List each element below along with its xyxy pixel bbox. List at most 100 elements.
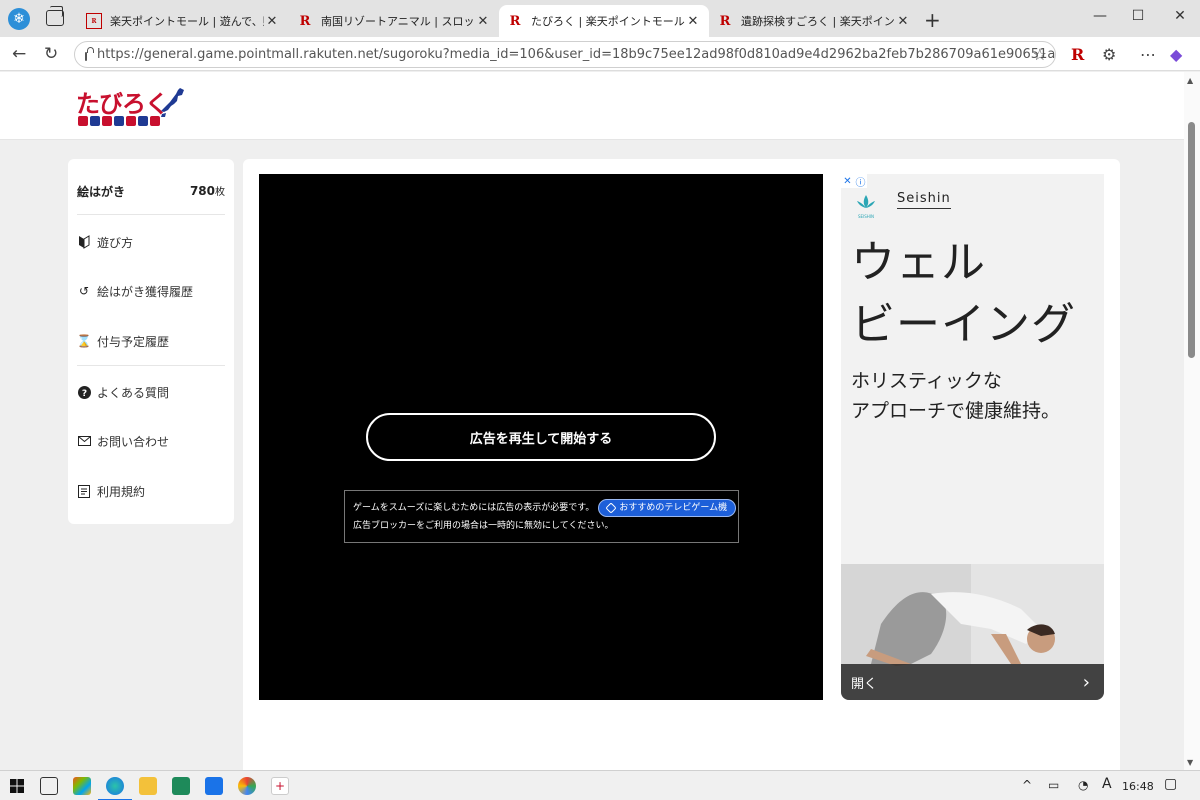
scroll-up-icon[interactable]: ▲: [1187, 76, 1193, 85]
ad-subtext: ホリスティックな アプローチで健康維持。: [851, 366, 1060, 426]
ad-choices[interactable]: ✕ ⓘ: [841, 174, 867, 189]
dice-icon: [150, 116, 160, 126]
play-ad-start-button[interactable]: 広告を再生して開始する: [366, 413, 716, 461]
postcard-count-value: 780: [189, 184, 215, 198]
extensions-icon[interactable]: ⚙: [1102, 45, 1116, 64]
postcard-count-row: 絵はがき 780枚: [77, 183, 225, 200]
ime-icon[interactable]: A: [1102, 776, 1112, 792]
ad-open-button[interactable]: 開く ›: [841, 664, 1104, 700]
tab-title: たびろく | 楽天ポイントモール: [531, 15, 685, 28]
task-view-icon[interactable]: [40, 777, 58, 795]
main-content: 広告を再生して開始する ゲームをスムーズに楽しむためには広告の表示が必要です。 …: [243, 159, 1120, 770]
recommend-label: おすすめのテレビゲーム機: [619, 503, 728, 513]
sidebar-item-faq[interactable]: ? よくある質問: [77, 381, 225, 403]
windows-start-icon[interactable]: [10, 779, 24, 793]
browser-profile-icon[interactable]: ❄: [8, 8, 30, 30]
browser-tab-4[interactable]: R 遺跡探検すごろく | 楽天ポイントモール ✕: [709, 5, 919, 37]
close-window-icon[interactable]: ✕: [1160, 8, 1200, 24]
ad-subtext-line: ホリスティックな: [851, 370, 1002, 392]
question-icon: ?: [77, 385, 91, 399]
close-tab-icon[interactable]: ✕: [895, 14, 911, 29]
ad-info-icon[interactable]: ⓘ: [854, 174, 867, 189]
sidebar-item-postcard-history[interactable]: ↺ 絵はがき獲得履歴: [77, 280, 225, 302]
sidebar-item-contact[interactable]: お問い合わせ: [77, 430, 225, 452]
new-tab-icon[interactable]: +: [924, 8, 941, 32]
photos-icon[interactable]: [238, 777, 256, 795]
page-scrollbar[interactable]: ▲ ▼: [1184, 72, 1200, 770]
address-bar[interactable]: https://general.game.pointmall.rakuten.n…: [74, 41, 1056, 68]
app-icon[interactable]: +: [271, 777, 289, 795]
chevron-right-icon: ›: [1082, 671, 1090, 693]
notice-line: ゲームをスムーズに楽しむためには広告の表示が必要です。 おすすめのテレビゲーム機: [353, 499, 738, 517]
sidebar-item-terms[interactable]: 利用規約: [77, 480, 225, 502]
recommended-game-console-button[interactable]: おすすめのテレビゲーム機: [598, 499, 737, 517]
wifi-icon[interactable]: ◔: [1078, 778, 1088, 792]
notification-icon[interactable]: ▢: [1164, 776, 1177, 792]
copilot-taskbar-icon[interactable]: [73, 777, 91, 795]
tab-title: 南国リゾートアニマル | スロットパラダイ: [321, 15, 475, 28]
browser-tab-3-active[interactable]: R たびろく | 楽天ポイントモール ✕: [499, 5, 709, 37]
adblock-notice: ゲームをスムーズに楽しむためには広告の表示が必要です。 おすすめのテレビゲーム機…: [344, 490, 739, 543]
copilot-icon[interactable]: ◆: [1170, 45, 1182, 64]
tray-chevron-icon[interactable]: ^: [1022, 778, 1032, 792]
document-icon: [77, 484, 91, 498]
reload-icon[interactable]: ↻: [44, 44, 58, 64]
browser-tab-2[interactable]: R 南国リゾートアニマル | スロットパラダイ ✕: [289, 5, 499, 37]
browser-tab-bar: ❄ R 楽天ポイントモール | 遊んで、貯って楽 ✕ R 南国リゾートアニマル …: [0, 0, 1200, 37]
tag-icon: [605, 502, 618, 514]
close-tab-icon[interactable]: ✕: [685, 14, 701, 29]
logo-dice-row: [78, 116, 160, 126]
rakuten-extension-icon[interactable]: R: [1071, 45, 1084, 64]
favorite-star-icon[interactable]: ☆: [1033, 45, 1047, 64]
sidebar-item-scheduled-history[interactable]: ⌛ 付与予定履歴: [77, 330, 225, 352]
divider: [77, 214, 225, 215]
ad-open-label: 開く: [851, 676, 878, 692]
close-tab-icon[interactable]: ✕: [264, 14, 280, 29]
mail-icon: [77, 434, 91, 448]
notice-text: ゲームをスムーズに楽しむためには広告の表示が必要です。: [353, 503, 595, 513]
battery-icon[interactable]: ▭: [1048, 778, 1059, 792]
maximize-icon[interactable]: ☐: [1118, 8, 1158, 24]
history-icon: ↺: [78, 284, 90, 298]
clock[interactable]: 16:48: [1122, 780, 1154, 793]
scroll-down-icon[interactable]: ▼: [1187, 758, 1193, 767]
dice-icon: [114, 116, 124, 126]
file-explorer-icon[interactable]: [139, 777, 157, 795]
scroll-thumb[interactable]: [1188, 122, 1195, 358]
sidebar-item-label: 遊び方: [97, 235, 134, 250]
outlook-icon[interactable]: [205, 777, 223, 795]
tab-actions-icon[interactable]: [46, 6, 64, 26]
store-icon[interactable]: [172, 777, 190, 795]
edge-taskbar-icon[interactable]: [98, 777, 132, 800]
advertisement[interactable]: ✕ ⓘ SEISHIN Seishin ウェル ビーイング ホリスティックな ア…: [841, 174, 1104, 700]
postcard-unit: 枚: [215, 187, 225, 198]
tabiroku-logo[interactable]: たびろく: [76, 84, 188, 130]
web-page: たびろく 絵はがき 780枚 遊び方 ↺ 絵はがき獲得履歴 ⌛ 付与予定履歴 ?…: [0, 72, 1184, 770]
postcard-count: 780枚: [190, 183, 225, 200]
dice-icon: [102, 116, 112, 126]
sidebar-item-label: お問い合わせ: [97, 434, 170, 449]
svg-text:SEISHIN: SEISHIN: [858, 214, 874, 219]
sidebar: 絵はがき 780枚 遊び方 ↺ 絵はがき獲得履歴 ⌛ 付与予定履歴 ? よくある…: [68, 159, 234, 524]
ad-headline-line: ウェル: [851, 237, 986, 288]
sidebar-item-label: 利用規約: [97, 484, 146, 499]
sidebar-item-how-to-play[interactable]: 遊び方: [77, 231, 225, 253]
rakuten-favicon-icon: R: [86, 13, 102, 29]
divider: [77, 365, 225, 366]
postcard-label: 絵はがき: [77, 185, 126, 199]
minimize-icon[interactable]: —: [1080, 8, 1120, 24]
ad-headline: ウェル ビーイング: [851, 232, 1076, 356]
beginner-mark-icon: [77, 235, 91, 249]
dice-icon: [126, 116, 136, 126]
browser-tab-1[interactable]: R 楽天ポイントモール | 遊んで、貯って楽 ✕: [78, 5, 288, 37]
ad-close-icon[interactable]: ✕: [841, 174, 854, 188]
url-text: https://general.game.pointmall.rakuten.n…: [97, 47, 1056, 62]
close-tab-icon[interactable]: ✕: [475, 14, 491, 29]
game-area[interactable]: 広告を再生して開始する ゲームをスムーズに楽しむためには広告の表示が必要です。 …: [259, 174, 823, 700]
back-icon[interactable]: ←: [12, 44, 26, 64]
japan-map-icon: [161, 88, 184, 117]
more-menu-icon[interactable]: ⋯: [1140, 45, 1156, 64]
tab-title: 楽天ポイントモール | 遊んで、貯って楽: [110, 15, 264, 28]
rakuten-favicon-icon: R: [509, 13, 521, 29]
notice-text: 広告ブロッカーをご利用の場合は一時的に無効にしてください。: [353, 521, 614, 531]
